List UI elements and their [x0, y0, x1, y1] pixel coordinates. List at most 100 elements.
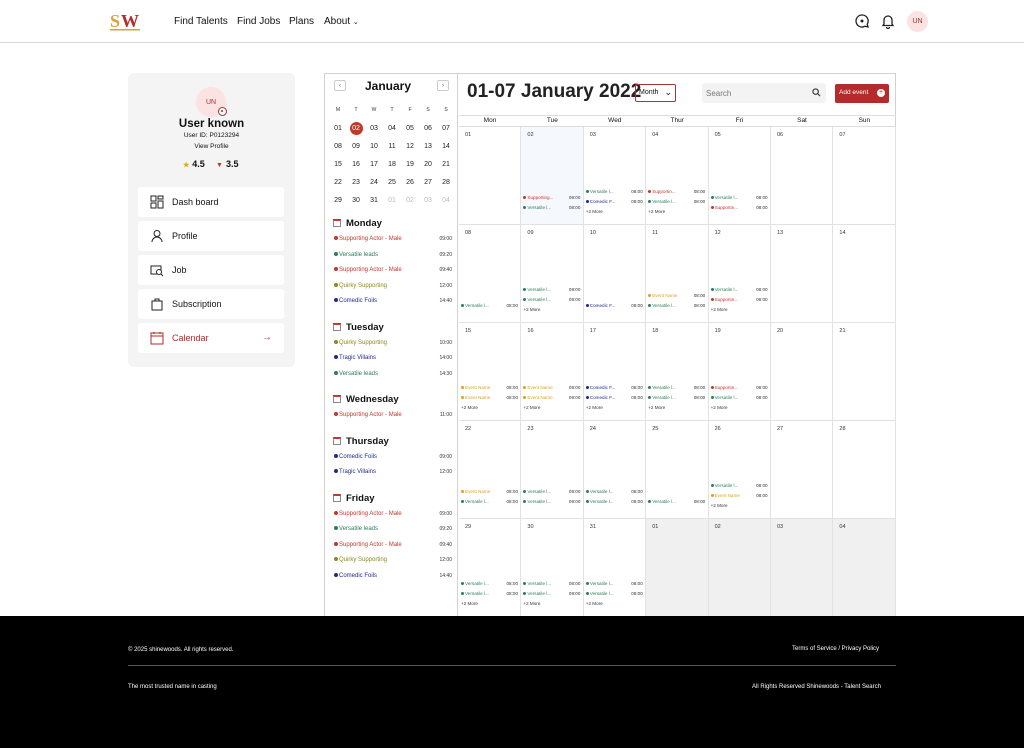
mini-day[interactable]: 25: [383, 176, 401, 190]
more-events-link[interactable]: +2 More: [711, 307, 728, 312]
event-chip[interactable]: Versatile l... 08:00: [710, 287, 769, 294]
day-cell[interactable]: 16 Event Name 08:00 Event Name 08:00 +2 More: [521, 323, 584, 421]
day-cell[interactable]: 28: [833, 421, 896, 519]
mini-day[interactable]: 13: [419, 140, 437, 154]
day-cell[interactable]: 04: [833, 519, 896, 617]
mini-day[interactable]: 04: [437, 194, 455, 208]
menu-item-subscription[interactable]: Subscription: [138, 289, 284, 319]
mini-day[interactable]: 03: [365, 122, 383, 136]
more-events-link[interactable]: +2 More: [648, 209, 665, 214]
event-chip[interactable]: Versatile l... 08:00: [523, 287, 581, 294]
event-chip[interactable]: Supportin... 08:00: [710, 297, 769, 304]
agenda-item[interactable]: Tragic Villains 12:00: [334, 469, 452, 475]
mini-day[interactable]: 03: [419, 194, 437, 208]
event-chip[interactable]: Versatile l... 08:00: [648, 199, 706, 206]
day-cell[interactable]: 09 Versatile l... 08:00 Versatile l... 08:00…: [521, 225, 584, 323]
day-cell[interactable]: 25 Versatile l... 08:00: [646, 421, 709, 519]
event-chip[interactable]: Versatile l... 08:00: [648, 303, 706, 310]
mini-day[interactable]: 11: [383, 140, 401, 154]
event-chip[interactable]: Event Name 08:00: [523, 395, 581, 402]
event-chip[interactable]: Event Name 08:00: [461, 395, 519, 402]
more-events-link[interactable]: +2 More: [586, 405, 603, 410]
mini-day[interactable]: 12: [401, 140, 419, 154]
event-chip[interactable]: Event Name 08:00: [461, 385, 519, 392]
more-events-link[interactable]: +2 More: [461, 601, 478, 606]
event-chip[interactable]: Versatile l... 08:00: [523, 205, 581, 212]
event-chip[interactable]: Versatile l... 08:00: [461, 303, 519, 310]
day-cell[interactable]: 04 Supportin... 08:00 Versatile l... 08:00 +2…: [646, 127, 709, 225]
day-cell[interactable]: 17 Comedic F... 08:00 Comedic F... 08:00 +2 M…: [583, 323, 647, 421]
mini-day[interactable]: 24: [365, 176, 383, 190]
nav-plans[interactable]: Plans: [289, 16, 314, 27]
more-events-link[interactable]: +2 More: [523, 405, 540, 410]
event-chip[interactable]: Versatile l... 08:00: [461, 591, 519, 598]
event-chip[interactable]: Versatile l... 08:00: [585, 489, 644, 496]
event-chip[interactable]: Versatile l... 08:00: [461, 499, 519, 506]
mini-day[interactable]: 22: [329, 176, 347, 190]
event-chip[interactable]: Supportin... 08:00: [710, 205, 769, 212]
nav-find-talents[interactable]: Find Talents: [174, 16, 228, 27]
day-cell[interactable]: 15 Event Name 08:00 Event Name 08:00 +2 More: [459, 323, 522, 421]
event-chip[interactable]: Comedic F... 08:00: [585, 385, 644, 392]
day-cell[interactable]: 18 Versatile l... 08:00 Versatile l... 08:00…: [646, 323, 709, 421]
nav-about[interactable]: About ⌄: [324, 16, 359, 27]
more-events-link[interactable]: +2 More: [648, 405, 665, 410]
search-input[interactable]: [706, 86, 806, 100]
day-cell[interactable]: 02 Supporting... 08:00 Versatile l... 08:00: [521, 127, 584, 225]
bell-icon[interactable]: [880, 13, 896, 30]
mini-day[interactable]: 15: [329, 158, 347, 172]
more-events-link[interactable]: +2 More: [586, 601, 603, 606]
day-cell[interactable]: 03 Versatile l... 08:00 Comedic F... 08:00 +2…: [583, 127, 647, 225]
agenda-item[interactable]: Quirky Supporting 10:00: [334, 339, 452, 346]
day-cell[interactable]: 03: [771, 519, 834, 617]
mini-day[interactable]: 30: [347, 194, 365, 208]
day-cell[interactable]: 26 Versatile l... 08:00 Event Name 08:00 +2 M…: [708, 421, 771, 519]
more-events-link[interactable]: +2 More: [711, 503, 728, 508]
nav-find-jobs[interactable]: Find Jobs: [237, 16, 280, 27]
event-chip[interactable]: Event Name 08:00: [710, 493, 769, 500]
day-cell[interactable]: 31 Versatile l... 08:00 Versatile l... 08:00…: [583, 519, 647, 617]
event-chip[interactable]: Comedic F... 08:00: [585, 303, 644, 310]
day-cell[interactable]: 14: [833, 225, 896, 323]
more-events-link[interactable]: +2 More: [523, 307, 540, 312]
event-chip[interactable]: Versatile l... 08:00: [585, 581, 644, 588]
mini-day[interactable]: 26: [401, 176, 419, 190]
mini-day[interactable]: 17: [365, 158, 383, 172]
event-chip[interactable]: Versatile l... 08:00: [523, 297, 581, 304]
event-chip[interactable]: Versatile l... 08:00: [585, 591, 644, 598]
agenda-item[interactable]: Quirky Supporting 12:00: [334, 282, 452, 289]
mini-day[interactable]: 28: [437, 176, 455, 190]
event-chip[interactable]: Versatile l... 08:00: [523, 591, 581, 598]
mini-day[interactable]: 18: [383, 158, 401, 172]
day-cell[interactable]: 12 Versatile l... 08:00 Supportin... 08:00 +2…: [708, 225, 771, 323]
agenda-item[interactable]: Supporting Actor - Male 09:40: [334, 541, 452, 548]
day-cell[interactable]: 08 Versatile l... 08:00: [459, 225, 522, 323]
agenda-item[interactable]: Versatile leads 09:20: [334, 526, 452, 532]
day-cell[interactable]: 07: [833, 127, 896, 225]
mini-day[interactable]: 20: [419, 158, 437, 172]
day-cell[interactable]: 29 Versatile l... 08:00 Versatile l... 08:00…: [459, 519, 522, 617]
agenda-item[interactable]: Comedic Foils 14:40: [334, 572, 452, 579]
search-icon[interactable]: [812, 88, 821, 97]
menu-item-profile[interactable]: Profile: [138, 221, 284, 251]
event-chip[interactable]: Versatile l... 08:00: [648, 499, 706, 506]
menu-item-dash-board[interactable]: Dash board: [138, 187, 284, 217]
event-chip[interactable]: Event Name 08:00: [648, 293, 706, 300]
event-chip[interactable]: Versatile l... 08:00: [648, 385, 706, 392]
day-cell[interactable]: 01: [646, 519, 709, 617]
agenda-item[interactable]: Quirky Supporting 12:00: [334, 557, 452, 563]
event-chip[interactable]: Supportin... 08:00: [648, 189, 706, 196]
day-cell[interactable]: 21: [833, 323, 896, 421]
agenda-item[interactable]: Supporting Actor - Male 09:00: [334, 510, 452, 517]
mini-day[interactable]: 08: [329, 140, 347, 154]
mini-day[interactable]: 04: [383, 122, 401, 136]
agenda-item[interactable]: Comedic Foils 14:40: [334, 298, 452, 304]
mini-day[interactable]: 02: [401, 194, 419, 208]
mini-day[interactable]: 31: [365, 194, 383, 208]
menu-item-job[interactable]: Job: [138, 255, 284, 285]
day-cell[interactable]: 06: [771, 127, 834, 225]
view-profile-link[interactable]: View Profile: [128, 143, 295, 150]
day-cell[interactable]: 23 Versatile l... 08:00 Versatile l... 08:00: [521, 421, 584, 519]
event-chip[interactable]: Versatile l... 08:00: [710, 195, 769, 202]
mini-next-button[interactable]: ›: [437, 80, 449, 91]
